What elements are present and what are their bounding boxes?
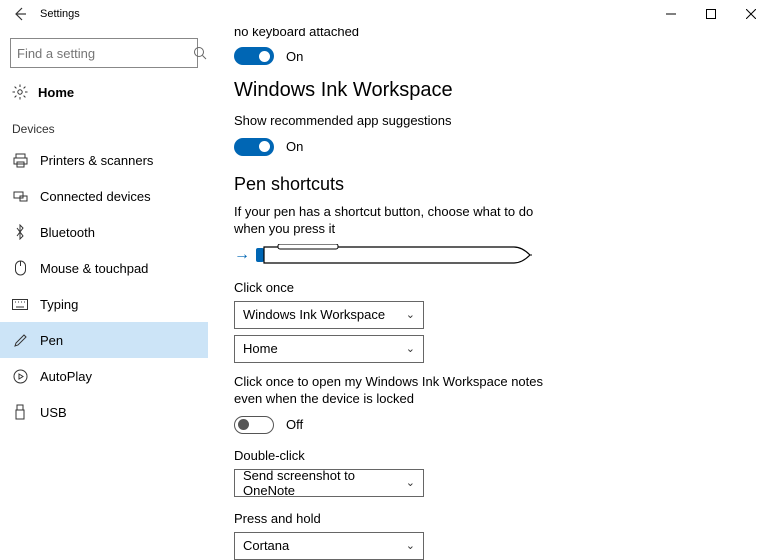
click-once-select-1[interactable]: Windows Ink Workspace ⌄ [234,301,424,329]
double-click-select[interactable]: Send screenshot to OneNote ⌄ [234,469,424,497]
sidebar-item-label: Connected devices [40,189,151,204]
main-panel: no keyboard attached On Windows Ink Work… [208,28,771,560]
arrow-left-icon [13,7,27,21]
chevron-down-icon: ⌄ [406,476,415,489]
sidebar-item-label: Pen [40,333,63,348]
keyboard-toggle[interactable] [234,47,274,65]
search-icon [193,45,207,61]
usb-icon [12,404,28,420]
chevron-down-icon: ⌄ [406,308,415,321]
search-input[interactable] [17,46,193,61]
select-value: Windows Ink Workspace [243,307,385,322]
content: Home Devices Printers & scanners Connect… [0,28,771,560]
sidebar-item-label: USB [40,405,67,420]
sidebar-item-label: Bluetooth [40,225,95,240]
window-controls [651,0,771,28]
select-value: Send screenshot to OneNote [243,468,406,498]
minimize-button[interactable] [651,0,691,28]
mouse-icon [12,260,28,276]
locked-toggle[interactable] [234,416,274,434]
bluetooth-icon [12,224,28,240]
locked-desc: Click once to open my Windows Ink Worksp… [234,373,554,408]
pen-icon [12,332,28,348]
sidebar-item-connected[interactable]: Connected devices [0,178,208,214]
sidebar-item-label: AutoPlay [40,369,92,384]
pen-image [256,244,532,266]
click-once-label: Click once [234,280,745,295]
arrow-right-icon: → [234,246,250,264]
sidebar-item-label: Typing [40,297,78,312]
shortcuts-desc: If your pen has a shortcut button, choos… [234,203,554,238]
titlebar: Settings [0,0,771,28]
connected-icon [12,188,28,204]
toggle-state: On [286,139,303,154]
sidebar-item-bluetooth[interactable]: Bluetooth [0,214,208,250]
sidebar: Home Devices Printers & scanners Connect… [0,28,208,560]
maximize-button[interactable] [691,0,731,28]
sidebar-item-usb[interactable]: USB [0,394,208,430]
home-label: Home [38,85,74,100]
home-link[interactable]: Home [0,78,208,106]
press-hold-select[interactable]: Cortana ⌄ [234,532,424,560]
section-shortcuts-title: Pen shortcuts [234,174,745,195]
sidebar-item-printers[interactable]: Printers & scanners [0,142,208,178]
search-box[interactable] [10,38,198,68]
section-ink-title: Windows Ink Workspace [234,79,745,102]
pen-illustration: → [234,244,745,266]
close-button[interactable] [731,0,771,28]
chevron-down-icon: ⌄ [406,539,415,552]
printer-icon [12,152,28,168]
app-suggestions-label: Show recommended app suggestions [234,112,554,130]
toggle-state: On [286,49,303,64]
autoplay-icon [12,368,28,384]
double-click-label: Double-click [234,448,745,463]
select-value: Home [243,341,278,356]
app-suggestions-toggle[interactable] [234,138,274,156]
gear-icon [12,84,28,100]
window-title: Settings [40,8,80,20]
sidebar-item-label: Printers & scanners [40,153,153,168]
select-value: Cortana [243,538,289,553]
sidebar-item-mouse[interactable]: Mouse & touchpad [0,250,208,286]
keyboard-icon [12,296,28,312]
sidebar-item-label: Mouse & touchpad [40,261,148,276]
sidebar-item-typing[interactable]: Typing [0,286,208,322]
nav-header: Devices [0,112,208,142]
press-hold-label: Press and hold [234,511,745,526]
click-once-select-2[interactable]: Home ⌄ [234,335,424,363]
truncated-text: no keyboard attached [234,28,745,39]
toggle-state: Off [286,417,303,432]
sidebar-item-pen[interactable]: Pen [0,322,208,358]
sidebar-item-autoplay[interactable]: AutoPlay [0,358,208,394]
back-button[interactable] [6,0,34,28]
chevron-down-icon: ⌄ [406,342,415,355]
